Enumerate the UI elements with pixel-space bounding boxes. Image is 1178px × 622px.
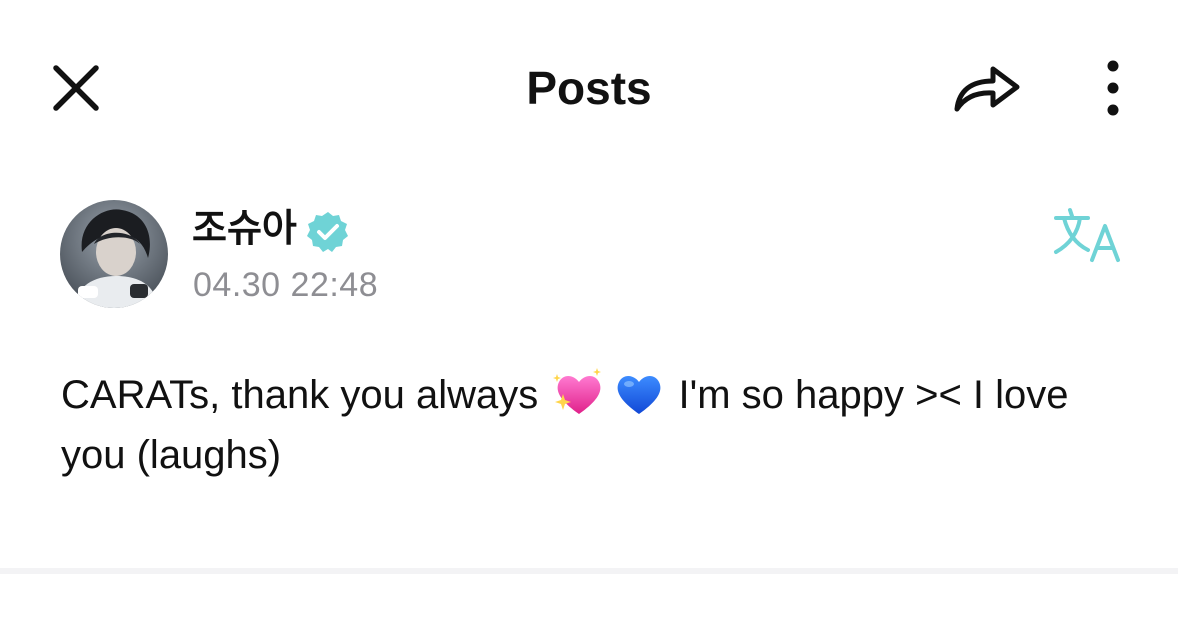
divider bbox=[0, 568, 1178, 574]
translate-icon bbox=[1054, 208, 1120, 262]
translate-button[interactable] bbox=[1050, 204, 1126, 264]
top-bar: Posts bbox=[0, 0, 1178, 176]
author-name[interactable]: 조슈아 bbox=[192, 204, 297, 252]
share-icon bbox=[954, 66, 1020, 112]
post-body: CARATs, thank you always I'm so happy ><… bbox=[61, 364, 1131, 485]
share-button[interactable] bbox=[948, 54, 1026, 120]
blue-heart-emoji bbox=[617, 376, 661, 414]
more-options-button[interactable] bbox=[1090, 54, 1136, 120]
close-icon bbox=[53, 65, 99, 111]
close-button[interactable] bbox=[46, 58, 106, 118]
verified-badge-icon bbox=[307, 212, 348, 252]
sparkling-heart-emoji bbox=[553, 368, 602, 414]
post-header: 조슈아 04.30 22:48 bbox=[0, 190, 1178, 320]
post-timestamp: 04.30 22:48 bbox=[193, 266, 379, 304]
avatar[interactable] bbox=[60, 200, 168, 308]
post-text-part1: CARATs, thank you always bbox=[61, 373, 550, 417]
more-vertical-icon bbox=[1107, 60, 1119, 116]
